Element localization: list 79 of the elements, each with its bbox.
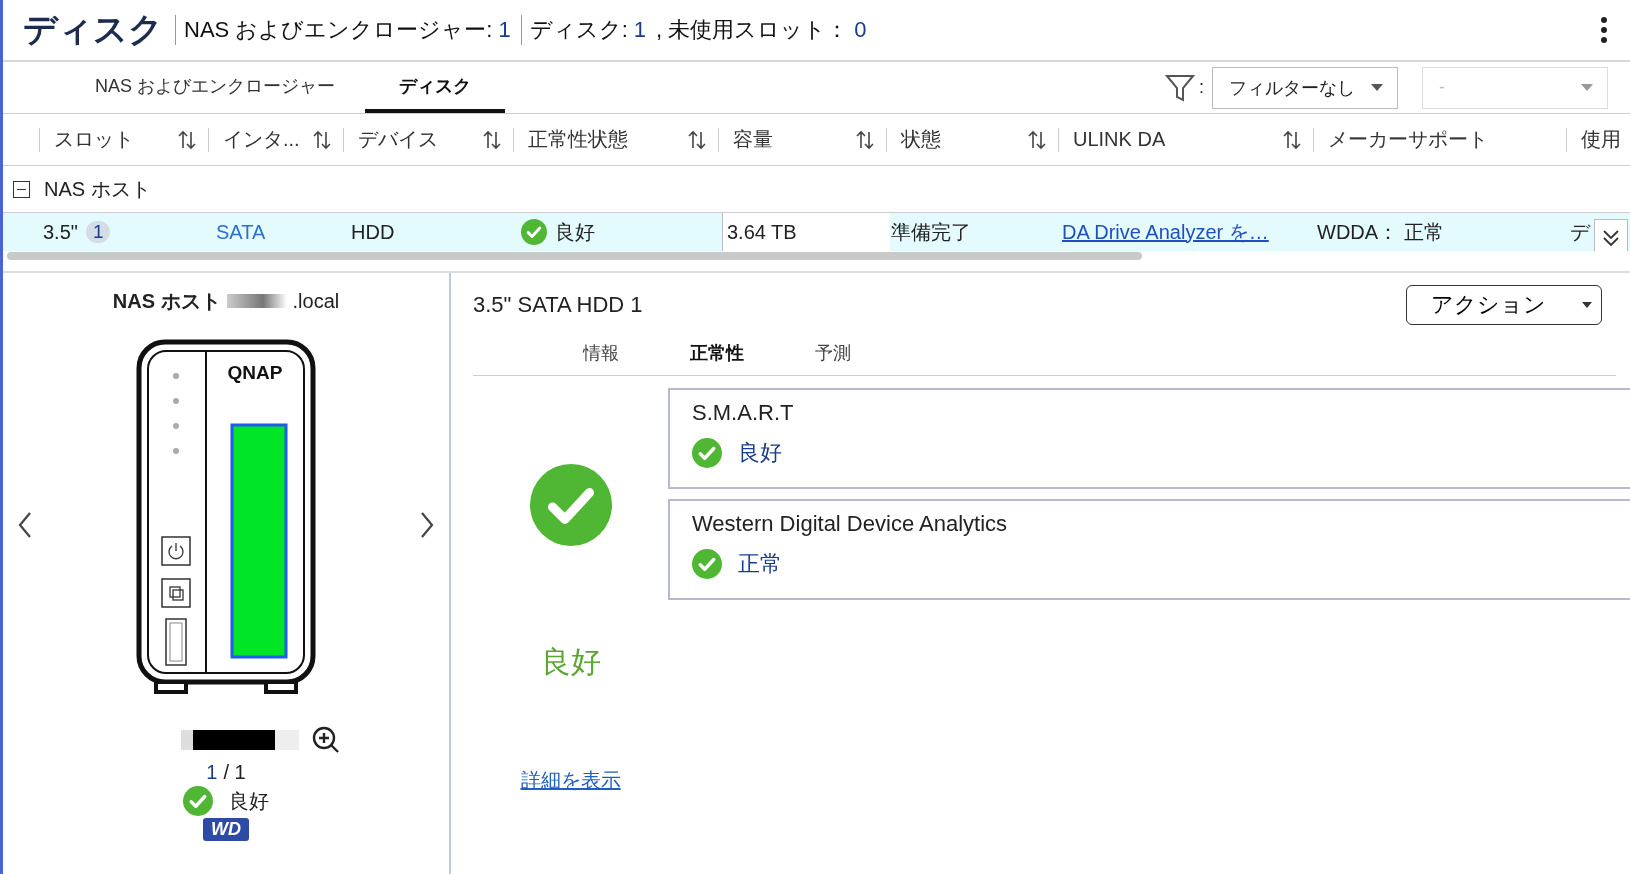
check-icon [692, 549, 722, 579]
stat-value: 0 [854, 17, 867, 43]
card-title: Western Digital Device Analytics [692, 511, 1009, 537]
sort-icon[interactable] [311, 128, 333, 151]
tab[interactable]: ディスク [365, 62, 505, 113]
tab[interactable]: 予測 [775, 340, 891, 366]
stat-label: ディスク: [520, 15, 628, 45]
filter-colon: : [1199, 77, 1204, 98]
table-row[interactable]: 3.5" 1 SATA HDD 良好 3.64 TB 準備完了 DA Drive Analyzer を… WDDA： 正常 デ [3, 213, 1630, 251]
expand-button[interactable] [1594, 219, 1628, 251]
more-menu-icon[interactable] [1600, 16, 1608, 44]
interface-link[interactable]: SATA [216, 220, 266, 244]
redacted-area [226, 294, 287, 308]
column-label: メーカーサポート [1328, 127, 1488, 152]
column-header-cell[interactable]: 正常性状態 [513, 127, 718, 152]
page-current: 1 [206, 761, 218, 784]
disk-title: 3.5" SATA HDD 1 [473, 292, 643, 318]
page-title: ディスク [23, 9, 163, 50]
brand-logo: QNAP [227, 362, 283, 383]
column-header-cell[interactable]: ULINK DA [1058, 127, 1313, 152]
check-icon [183, 786, 213, 816]
filter-icon[interactable] [1165, 72, 1195, 103]
stat-value: 1 [498, 17, 511, 43]
table-cell-text: 準備完了 [891, 219, 971, 245]
column-label: スロット [54, 127, 134, 152]
stat-label: , 未使用スロット： [656, 16, 849, 44]
stat-label: NAS およびエンクロージャー: [175, 15, 493, 45]
group-label: NAS ホスト [44, 176, 151, 202]
column-header-cell[interactable]: 使用 [1566, 127, 1630, 152]
sort-icon[interactable] [854, 128, 876, 151]
table-cell: HDD [351, 220, 395, 244]
sort-icon[interactable] [686, 128, 708, 151]
disk-slot[interactable] [230, 423, 288, 659]
table-cell: 3.64 TB [727, 220, 797, 244]
column-label: インタ... [223, 127, 300, 152]
sort-icon[interactable] [1281, 128, 1303, 151]
card-status: 正常 [738, 550, 782, 578]
column-header-cell[interactable]: デバイス [343, 127, 513, 152]
host-suffix: .local [292, 289, 340, 313]
sort-icon[interactable] [1026, 128, 1048, 151]
table-cell-text: 良好 [555, 219, 595, 245]
check-icon [521, 219, 547, 245]
card-title: S.M.A.R.T [692, 400, 795, 426]
tab[interactable]: NAS およびエンクロージャー [65, 62, 365, 113]
column-header-cell[interactable]: インタ... [208, 127, 343, 152]
column-header-cell[interactable]: 状態 [886, 127, 1058, 152]
vendor-logo: WD [203, 818, 249, 841]
caret-icon [1581, 302, 1592, 308]
column-label: 正常性状態 [528, 127, 628, 152]
column-label: ULINK DA [1073, 128, 1166, 151]
health-label: 良好 [229, 788, 269, 814]
table-cell: 3.5" [43, 220, 78, 244]
host-label: NAS ホスト [112, 288, 221, 314]
table-cell-text: WDDA： 正常 [1317, 219, 1444, 245]
overall-status: 良好 [540, 644, 601, 680]
sort-icon[interactable] [481, 128, 503, 151]
analyzer-link[interactable]: DA Drive Analyzer を… [1062, 218, 1269, 246]
zoom-in-icon[interactable] [311, 725, 341, 755]
tab[interactable]: 正常性 [659, 340, 775, 366]
check-icon [529, 464, 612, 546]
column-label: 状態 [901, 127, 941, 152]
column-header-cell[interactable]: メーカーサポート [1313, 127, 1566, 152]
card-status: 良好 [738, 439, 782, 467]
column-label: デバイス [358, 127, 438, 152]
filter-dropdown[interactable]: フィルターなし [1212, 66, 1398, 109]
slot-badge: 1 [85, 221, 111, 243]
table-cell-text: デ [1570, 219, 1590, 245]
page-total: / 1 [223, 761, 246, 784]
check-icon [692, 438, 722, 468]
sort-icon[interactable] [176, 128, 198, 151]
action-button[interactable]: アクション [1406, 285, 1602, 325]
column-label: 容量 [733, 127, 773, 152]
column-header-cell[interactable]: 容量 [718, 127, 886, 152]
stat-value: 1 [633, 17, 647, 43]
details-link[interactable]: 詳細を表示 [520, 767, 621, 794]
collapse-toggle[interactable] [13, 180, 30, 198]
tab[interactable]: 情報 [543, 340, 659, 366]
column-label: 使用 [1581, 127, 1621, 152]
column-header-cell[interactable]: スロット [39, 127, 208, 152]
